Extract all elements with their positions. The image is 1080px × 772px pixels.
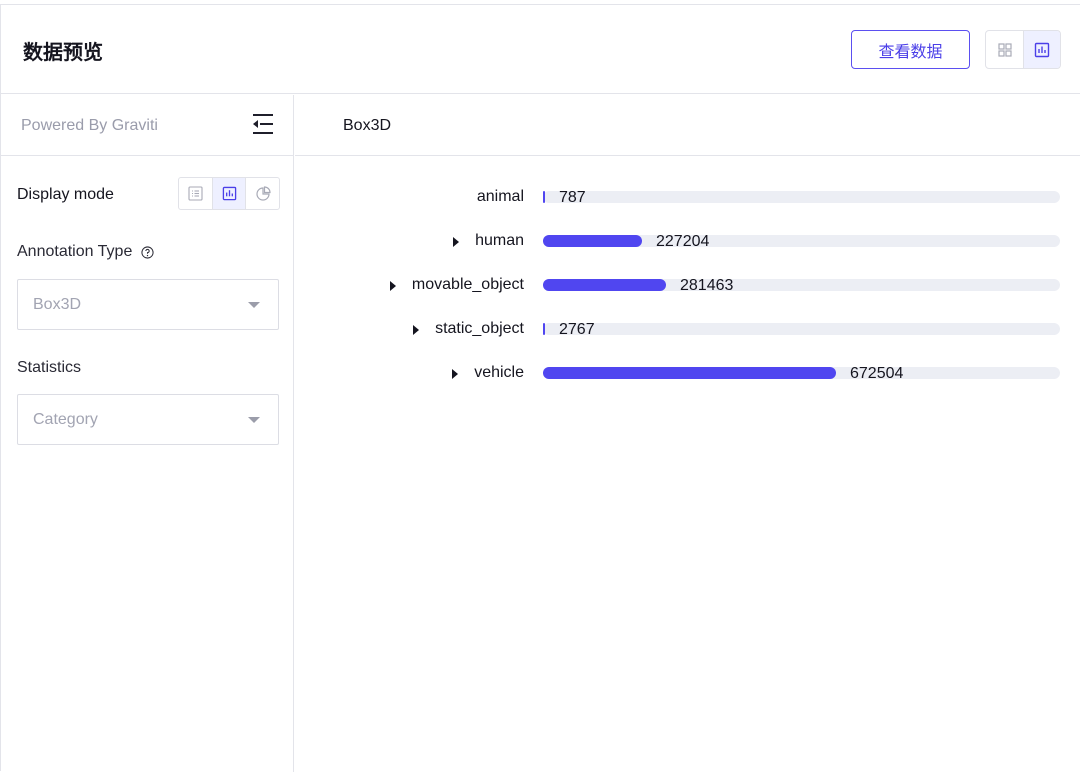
caret-right-icon[interactable]: [413, 325, 420, 335]
display-mode-label: Display mode: [17, 186, 114, 203]
chart-value-label: 2767: [559, 321, 595, 338]
grid-icon: [997, 42, 1012, 57]
sidebar: Powered By Graviti Display mode Annotati…: [1, 95, 294, 772]
display-mode-switch: [178, 177, 280, 210]
list-mode-button[interactable]: [179, 178, 213, 209]
annotation-type-label: Annotation Type: [17, 243, 154, 261]
chart-row: movable_object 281463: [295, 264, 1080, 308]
chart-value-label: 787: [559, 189, 586, 206]
statistics-select[interactable]: Category: [17, 394, 279, 445]
powered-by-text: Powered By Graviti: [21, 117, 158, 134]
annotation-type-value: Box3D: [33, 296, 82, 313]
chart-row: vehicle 672504: [295, 352, 1080, 396]
chart-value-label: 227204: [656, 233, 710, 250]
chart-category-label: human: [475, 232, 524, 249]
chart-bar: [543, 191, 545, 203]
chart-category-label: vehicle: [474, 364, 524, 381]
statistics-value: Category: [33, 411, 98, 428]
chart-row: animal 787: [295, 176, 1080, 220]
page-header: 数据预览 查看数据: [1, 5, 1080, 94]
chart-category-label: movable_object: [411, 276, 524, 293]
bar-chart-icon: [222, 186, 236, 201]
collapse-sidebar-icon[interactable]: [251, 112, 275, 136]
chart-bar-track: [543, 323, 1060, 335]
annotation-type-select[interactable]: Box3D: [17, 279, 279, 330]
main-panel: Box3D animal 787 human 227204 movable_object…: [295, 95, 1080, 772]
bar-mode-button[interactable]: [212, 178, 247, 209]
view-toggle: [985, 30, 1061, 69]
chart-row: human 227204: [295, 220, 1080, 264]
chart-category-label: static_object: [435, 320, 524, 337]
grid-view-toggle[interactable]: [986, 31, 1023, 68]
sidebar-header: Powered By Graviti: [1, 95, 293, 156]
view-data-button[interactable]: 查看数据: [851, 30, 970, 69]
chart-bar: [543, 235, 642, 247]
chart-bar: [543, 367, 836, 379]
annotation-type-text: Annotation Type: [17, 243, 133, 260]
chart-value-label: 672504: [850, 365, 904, 382]
chart-view-toggle[interactable]: [1023, 31, 1060, 68]
chart-bar: [543, 279, 666, 291]
caret-right-icon[interactable]: [453, 237, 460, 247]
chart-row: static_object 2767: [295, 308, 1080, 352]
pie-chart-icon: [256, 185, 271, 201]
caret-right-icon[interactable]: [452, 369, 459, 379]
caret-right-icon[interactable]: [389, 281, 396, 291]
caret-down-icon: [248, 302, 260, 308]
help-icon[interactable]: [141, 245, 154, 259]
caret-down-icon: [248, 417, 260, 423]
chart-category-label: animal: [476, 188, 524, 205]
pie-mode-button[interactable]: [246, 178, 279, 209]
tab-box3d[interactable]: Box3D: [343, 117, 391, 135]
chart-bar: [543, 323, 545, 335]
statistics-label: Statistics: [17, 359, 82, 376]
page-frame: 数据预览 查看数据 Powered By Graviti Display mod…: [0, 4, 1080, 772]
page-title: 数据预览: [23, 40, 103, 64]
chart-value-label: 281463: [680, 277, 734, 294]
list-icon: [188, 186, 203, 201]
bar-chart-icon: [1034, 42, 1050, 57]
main-tab-bar: Box3D: [295, 95, 1080, 156]
chart-bar-track: [543, 191, 1060, 203]
